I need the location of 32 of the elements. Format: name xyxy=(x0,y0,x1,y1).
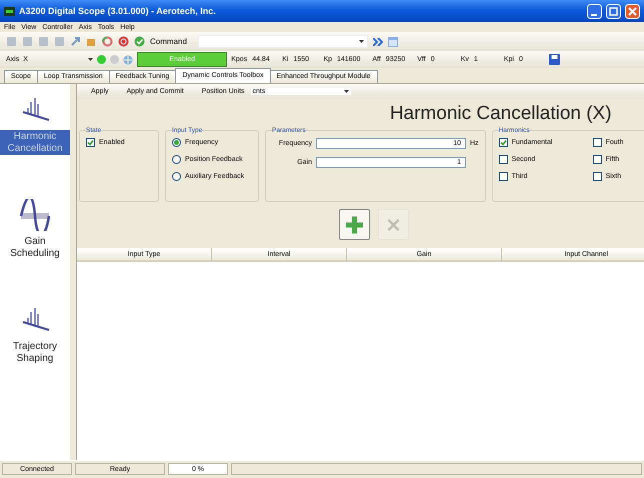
command-field[interactable] xyxy=(198,35,368,48)
sidebar-item[interactable]: Harmonic Cancellation xyxy=(0,130,70,155)
dropdown-icon xyxy=(358,40,364,43)
sidebar-item[interactable]: Trajectory Shaping xyxy=(0,340,70,365)
checkmark-icon xyxy=(500,139,507,146)
check-icon[interactable] xyxy=(134,36,145,47)
led-icon xyxy=(110,55,120,64)
panel-title: Harmonic Cancellation (X) xyxy=(388,102,613,126)
stop-icon[interactable] xyxy=(118,36,129,47)
checkmark-icon xyxy=(87,139,94,146)
save-icon xyxy=(38,36,49,47)
plus-icon xyxy=(346,214,364,234)
export-icon[interactable] xyxy=(70,36,81,47)
globe-icon[interactable] xyxy=(123,54,134,64)
sine-wave-icon[interactable] xyxy=(19,199,51,231)
led-icon xyxy=(97,55,106,64)
add-button[interactable] xyxy=(339,209,370,240)
maximize-icon[interactable] xyxy=(606,4,621,18)
print-icon xyxy=(54,36,65,47)
minimize-icon[interactable] xyxy=(587,4,602,18)
open-icon xyxy=(22,36,33,47)
dropdown-icon xyxy=(344,90,349,93)
toolbar-label: Command xyxy=(150,37,187,46)
refresh-icon[interactable] xyxy=(102,36,113,47)
close-icon[interactable] xyxy=(625,4,640,18)
new-file-icon xyxy=(6,36,17,47)
save-icon[interactable] xyxy=(549,54,560,65)
dropdown-icon xyxy=(88,58,94,61)
sidebar-item[interactable]: Gain Scheduling xyxy=(0,235,70,260)
window-title: A3200 Digital Scope (3.01.000) - Aerotech, Inc. xyxy=(19,6,217,16)
app-icon xyxy=(4,6,15,16)
fast-forward-icon[interactable] xyxy=(372,38,383,46)
